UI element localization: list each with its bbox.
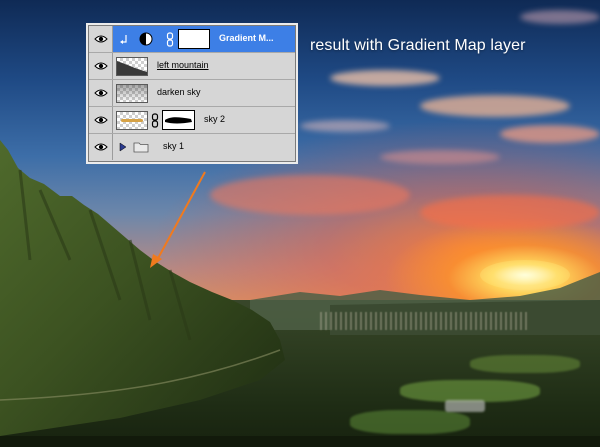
layer-mask-thumbnail[interactable]	[178, 29, 210, 49]
caption-text: result with Gradient Map layer	[310, 37, 526, 54]
layer-row-darken-sky[interactable]: darken sky	[89, 80, 295, 107]
layer-name: darken sky	[157, 87, 201, 97]
layer-mask-thumbnail[interactable]	[162, 110, 195, 130]
visibility-toggle[interactable]	[89, 80, 113, 106]
layer-row-sky-1[interactable]: sky 1	[89, 134, 295, 161]
visibility-toggle[interactable]	[89, 134, 113, 160]
clip-arrow-icon	[120, 35, 127, 44]
eye-icon	[93, 35, 108, 43]
layer-row-sky-2[interactable]: sky 2	[89, 107, 295, 134]
folder-icon	[133, 142, 149, 153]
layer-thumbnail	[116, 57, 148, 76]
layer-row-left-mountain[interactable]: left mountain	[89, 53, 295, 80]
visibility-toggle[interactable]	[89, 26, 113, 52]
eye-icon	[93, 143, 108, 151]
eye-icon	[93, 89, 108, 97]
layer-name: left mountain	[157, 60, 209, 70]
layer-name: sky 2	[204, 114, 226, 124]
visibility-toggle[interactable]	[89, 53, 113, 79]
layers-panel: Gradient M... left mountain darken sky s…	[88, 25, 296, 162]
layer-thumbnail	[116, 84, 148, 103]
eye-icon	[93, 62, 108, 70]
chain-link-icon[interactable]	[166, 32, 174, 47]
layer-name: Gradient M...	[219, 33, 274, 43]
visibility-toggle[interactable]	[89, 107, 113, 133]
eye-icon	[93, 116, 108, 124]
adjustment-icon	[139, 32, 153, 46]
expand-triangle-icon[interactable]	[119, 142, 127, 152]
layer-row-gradient-map[interactable]: Gradient M...	[89, 26, 295, 53]
layer-name: sky 1	[163, 141, 185, 151]
chain-link-icon[interactable]	[151, 113, 159, 128]
layer-thumbnail	[116, 111, 148, 130]
